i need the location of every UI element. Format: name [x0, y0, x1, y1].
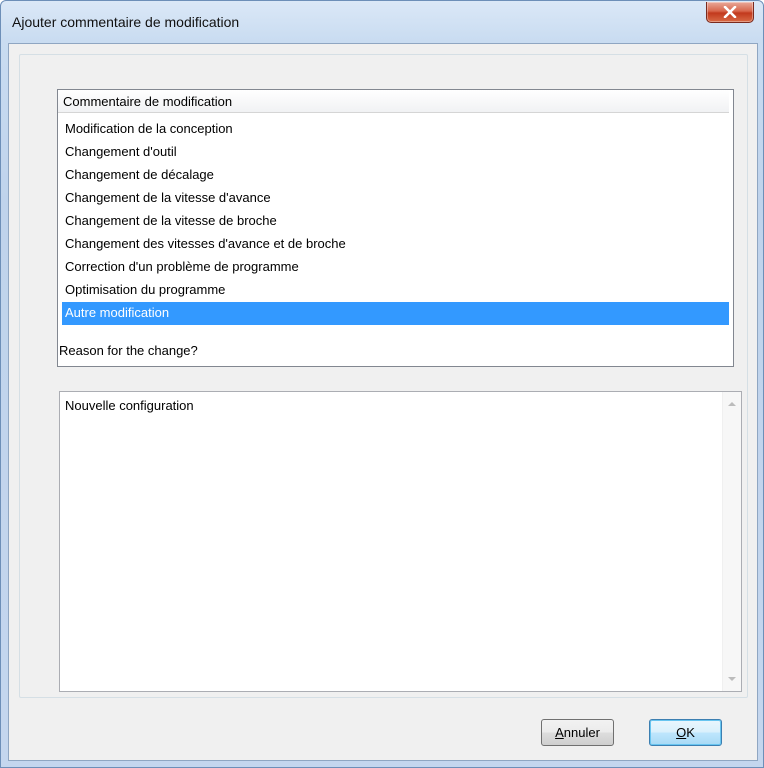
- cancel-label-rest: nnuler: [563, 725, 600, 740]
- group-box: Commentaire de modification Modification…: [19, 54, 748, 698]
- list-item[interactable]: Correction d'un problème de programme: [62, 256, 729, 279]
- reason-textarea[interactable]: Nouvelle configuration: [59, 391, 742, 692]
- close-button[interactable]: [706, 2, 754, 23]
- vertical-scrollbar[interactable]: [722, 392, 741, 691]
- list-item[interactable]: Changement de décalage: [62, 164, 729, 187]
- list-item[interactable]: Changement d'outil: [62, 141, 729, 164]
- window-title: Ajouter commentaire de modification: [12, 14, 240, 30]
- scroll-down-icon[interactable]: [728, 677, 736, 681]
- scroll-up-icon[interactable]: [728, 402, 736, 406]
- cancel-button[interactable]: Annuler: [541, 719, 614, 746]
- close-icon: [723, 6, 737, 18]
- reason-label: Reason for the change?: [59, 343, 198, 358]
- list-column-header[interactable]: Commentaire de modification: [58, 90, 729, 113]
- ok-button[interactable]: OK: [649, 719, 722, 746]
- dialog-window: Ajouter commentaire de modification Comm…: [0, 0, 764, 768]
- column-header-label: Commentaire de modification: [63, 94, 233, 109]
- list-item[interactable]: Changement des vitesses d'avance et de b…: [62, 233, 729, 256]
- ok-label-rest: K: [686, 725, 695, 740]
- cancel-label-accel: A: [555, 725, 564, 740]
- list-item[interactable]: Changement de la vitesse d'avance: [62, 187, 729, 210]
- list-item[interactable]: Optimisation du programme: [62, 279, 729, 302]
- ok-label-accel: O: [676, 725, 687, 740]
- list-item[interactable]: Autre modification: [62, 302, 729, 325]
- comment-list[interactable]: Commentaire de modification Modification…: [57, 89, 734, 367]
- dialog-client-area: Commentaire de modification Modification…: [8, 43, 758, 761]
- list-item[interactable]: Modification de la conception: [62, 118, 729, 141]
- list-item[interactable]: Changement de la vitesse de broche: [62, 210, 729, 233]
- title-bar[interactable]: Ajouter commentaire de modification: [1, 1, 763, 43]
- reason-value: Nouvelle configuration: [65, 398, 194, 413]
